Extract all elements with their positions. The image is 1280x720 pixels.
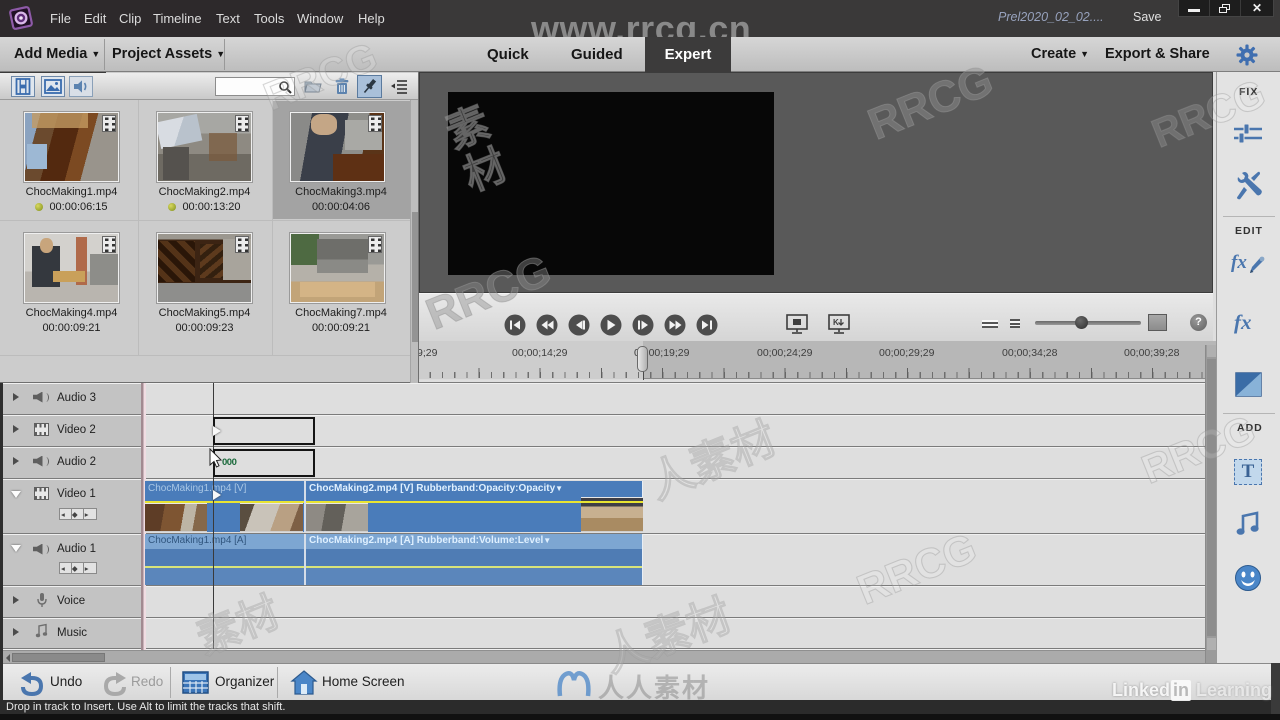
svg-text:K: K — [833, 318, 839, 327]
